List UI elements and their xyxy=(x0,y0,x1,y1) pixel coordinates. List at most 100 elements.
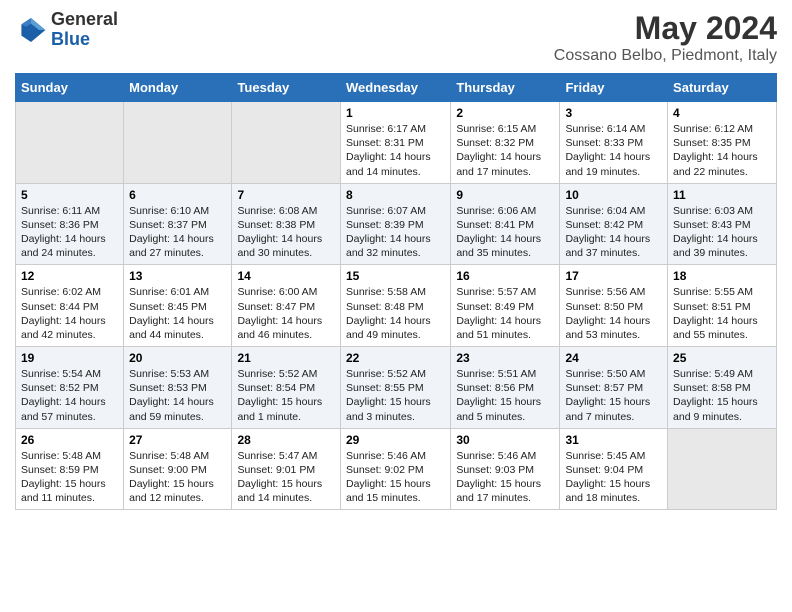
calendar-cell: 12Sunrise: 6:02 AMSunset: 8:44 PMDayligh… xyxy=(16,265,124,347)
cell-content: Sunrise: 6:08 AM xyxy=(237,204,335,218)
calendar-cell: 13Sunrise: 6:01 AMSunset: 8:45 PMDayligh… xyxy=(124,265,232,347)
day-number: 19 xyxy=(21,351,118,365)
cell-content: Sunrise: 5:52 AM xyxy=(237,367,335,381)
cell-content: Sunrise: 5:48 AM xyxy=(21,449,118,463)
cell-content: Sunset: 9:01 PM xyxy=(237,463,335,477)
cell-content: Daylight: 15 hours and 15 minutes. xyxy=(346,477,445,505)
cell-content: Daylight: 15 hours and 7 minutes. xyxy=(565,395,662,423)
cell-content: Daylight: 14 hours and 55 minutes. xyxy=(673,314,771,342)
calendar-cell xyxy=(232,102,341,184)
cell-content: Sunset: 8:54 PM xyxy=(237,381,335,395)
header-day-tuesday: Tuesday xyxy=(232,74,341,102)
day-number: 20 xyxy=(129,351,226,365)
calendar-cell xyxy=(16,102,124,184)
cell-content: Sunset: 8:33 PM xyxy=(565,136,662,150)
cell-content: Daylight: 14 hours and 53 minutes. xyxy=(565,314,662,342)
calendar-cell: 28Sunrise: 5:47 AMSunset: 9:01 PMDayligh… xyxy=(232,428,341,510)
week-row-5: 26Sunrise: 5:48 AMSunset: 8:59 PMDayligh… xyxy=(16,428,777,510)
subtitle: Cossano Belbo, Piedmont, Italy xyxy=(554,47,777,65)
calendar-cell: 9Sunrise: 6:06 AMSunset: 8:41 PMDaylight… xyxy=(451,183,560,265)
cell-content: Daylight: 15 hours and 17 minutes. xyxy=(456,477,554,505)
cell-content: Sunrise: 6:07 AM xyxy=(346,204,445,218)
day-number: 15 xyxy=(346,269,445,283)
day-number: 12 xyxy=(21,269,118,283)
cell-content: Sunrise: 5:54 AM xyxy=(21,367,118,381)
day-number: 30 xyxy=(456,433,554,447)
cell-content: Sunrise: 5:49 AM xyxy=(673,367,771,381)
cell-content: Sunrise: 6:06 AM xyxy=(456,204,554,218)
calendar-cell: 8Sunrise: 6:07 AMSunset: 8:39 PMDaylight… xyxy=(340,183,450,265)
cell-content: Sunrise: 5:47 AM xyxy=(237,449,335,463)
calendar-table: SundayMondayTuesdayWednesdayThursdayFrid… xyxy=(15,73,777,510)
day-number: 27 xyxy=(129,433,226,447)
logo-general: General xyxy=(51,10,118,30)
cell-content: Sunset: 8:59 PM xyxy=(21,463,118,477)
cell-content: Sunset: 8:36 PM xyxy=(21,218,118,232)
day-number: 7 xyxy=(237,188,335,202)
cell-content: Sunrise: 5:48 AM xyxy=(129,449,226,463)
calendar-cell: 31Sunrise: 5:45 AMSunset: 9:04 PMDayligh… xyxy=(560,428,668,510)
cell-content: Sunrise: 6:17 AM xyxy=(346,122,445,136)
day-number: 2 xyxy=(456,106,554,120)
calendar-cell: 17Sunrise: 5:56 AMSunset: 8:50 PMDayligh… xyxy=(560,265,668,347)
cell-content: Sunset: 8:32 PM xyxy=(456,136,554,150)
page-header: General Blue May 2024 Cossano Belbo, Pie… xyxy=(15,10,777,65)
cell-content: Sunrise: 5:45 AM xyxy=(565,449,662,463)
day-number: 11 xyxy=(673,188,771,202)
week-row-3: 12Sunrise: 6:02 AMSunset: 8:44 PMDayligh… xyxy=(16,265,777,347)
cell-content: Sunrise: 6:04 AM xyxy=(565,204,662,218)
calendar-cell: 6Sunrise: 6:10 AMSunset: 8:37 PMDaylight… xyxy=(124,183,232,265)
cell-content: Daylight: 14 hours and 27 minutes. xyxy=(129,232,226,260)
cell-content: Daylight: 15 hours and 9 minutes. xyxy=(673,395,771,423)
week-row-2: 5Sunrise: 6:11 AMSunset: 8:36 PMDaylight… xyxy=(16,183,777,265)
day-number: 18 xyxy=(673,269,771,283)
cell-content: Daylight: 14 hours and 30 minutes. xyxy=(237,232,335,260)
cell-content: Sunrise: 6:14 AM xyxy=(565,122,662,136)
cell-content: Sunrise: 6:11 AM xyxy=(21,204,118,218)
day-number: 25 xyxy=(673,351,771,365)
logo-text: General Blue xyxy=(51,10,118,50)
cell-content: Daylight: 15 hours and 3 minutes. xyxy=(346,395,445,423)
day-number: 23 xyxy=(456,351,554,365)
cell-content: Sunrise: 5:55 AM xyxy=(673,285,771,299)
cell-content: Sunrise: 5:51 AM xyxy=(456,367,554,381)
cell-content: Sunrise: 6:01 AM xyxy=(129,285,226,299)
cell-content: Sunset: 8:42 PM xyxy=(565,218,662,232)
cell-content: Daylight: 14 hours and 42 minutes. xyxy=(21,314,118,342)
day-number: 5 xyxy=(21,188,118,202)
cell-content: Daylight: 15 hours and 5 minutes. xyxy=(456,395,554,423)
cell-content: Sunset: 8:57 PM xyxy=(565,381,662,395)
day-number: 3 xyxy=(565,106,662,120)
main-title: May 2024 xyxy=(554,10,777,47)
cell-content: Sunrise: 5:56 AM xyxy=(565,285,662,299)
day-number: 29 xyxy=(346,433,445,447)
cell-content: Sunrise: 5:50 AM xyxy=(565,367,662,381)
calendar-cell: 14Sunrise: 6:00 AMSunset: 8:47 PMDayligh… xyxy=(232,265,341,347)
logo: General Blue xyxy=(15,10,118,50)
cell-content: Sunset: 9:03 PM xyxy=(456,463,554,477)
week-row-1: 1Sunrise: 6:17 AMSunset: 8:31 PMDaylight… xyxy=(16,102,777,184)
cell-content: Sunset: 8:48 PM xyxy=(346,300,445,314)
cell-content: Daylight: 14 hours and 19 minutes. xyxy=(565,150,662,178)
header-day-saturday: Saturday xyxy=(668,74,777,102)
cell-content: Sunrise: 5:46 AM xyxy=(456,449,554,463)
calendar-cell xyxy=(124,102,232,184)
day-number: 24 xyxy=(565,351,662,365)
cell-content: Daylight: 14 hours and 24 minutes. xyxy=(21,232,118,260)
cell-content: Sunset: 8:41 PM xyxy=(456,218,554,232)
header-day-wednesday: Wednesday xyxy=(340,74,450,102)
calendar-cell xyxy=(668,428,777,510)
calendar-cell: 3 Sunrise: 6:14 AMSunset: 8:33 PMDaylight… xyxy=(560,102,668,184)
calendar-cell: 26Sunrise: 5:48 AMSunset: 8:59 PMDayligh… xyxy=(16,428,124,510)
day-number: 1 xyxy=(346,106,445,120)
cell-content: Daylight: 14 hours and 51 minutes. xyxy=(456,314,554,342)
calendar-cell: 5 Sunrise: 6:11 AMSunset: 8:36 PMDaylight… xyxy=(16,183,124,265)
cell-content: Sunset: 9:02 PM xyxy=(346,463,445,477)
title-block: May 2024 Cossano Belbo, Piedmont, Italy xyxy=(554,10,777,65)
cell-content: Sunset: 8:35 PM xyxy=(673,136,771,150)
day-number: 8 xyxy=(346,188,445,202)
cell-content: Sunset: 8:52 PM xyxy=(21,381,118,395)
calendar-cell: 24 Sunrise: 5:50 AMSunset: 8:57 PMDayligh… xyxy=(560,347,668,429)
cell-content: Sunrise: 6:12 AM xyxy=(673,122,771,136)
calendar-cell: 19Sunrise: 5:54 AMSunset: 8:52 PMDayligh… xyxy=(16,347,124,429)
